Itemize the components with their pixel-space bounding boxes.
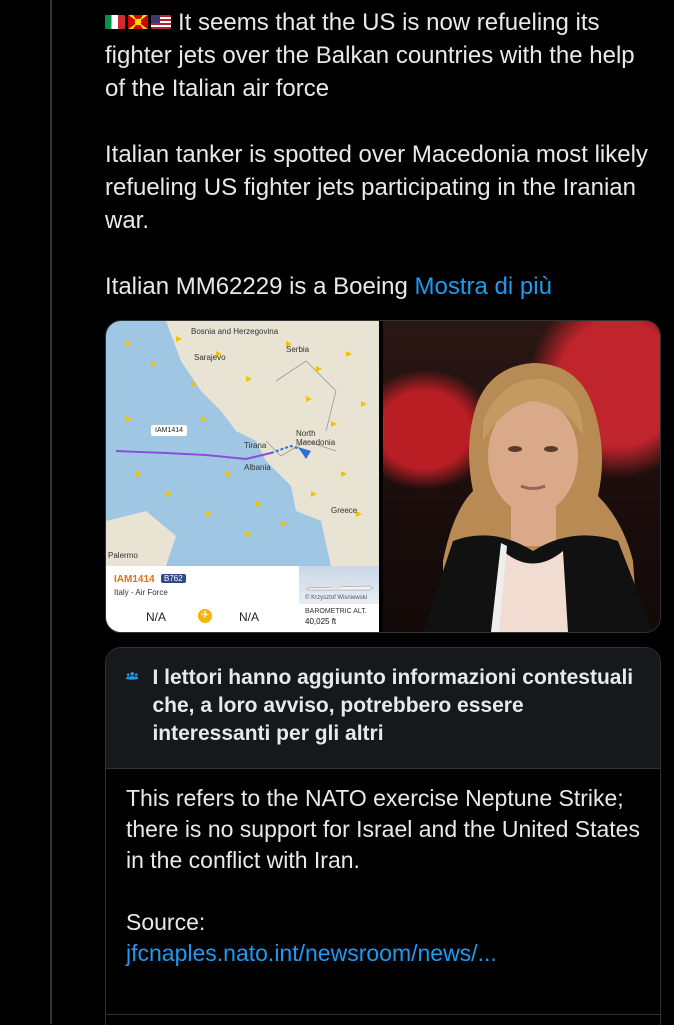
tweet-paragraph-3: Italian MM62229 is a Boeing Mostra di pi… [105, 270, 660, 303]
note-divider [106, 1014, 660, 1015]
map-label-serbia: Serbia [286, 345, 310, 354]
photo-credit: © Krzysztof Wisniewski [305, 595, 368, 601]
map-label-bosnia: Bosnia and Herzegovina [191, 327, 279, 336]
aircraft-type-badge: B762 [161, 574, 186, 583]
community-note-body: This refers to the NATO exercise Neptune… [106, 769, 660, 983]
tweet-paragraph-3-text: Italian MM62229 is a Boeing [105, 273, 408, 300]
show-more-link[interactable]: Mostra di più [415, 273, 552, 300]
map-label-north-macedonia: North Macedonia [296, 429, 336, 447]
destination-value: N/A [239, 610, 260, 624]
map-label-albania: Albania [244, 463, 271, 472]
community-note-text: This refers to the NATO exercise Neptune… [126, 785, 640, 873]
map-label-greece: Greece [331, 506, 358, 515]
tweet-paragraph-1-text: It seems that the US is now refueling it… [105, 9, 635, 102]
community-note-source: Source: jfcnaples.nato.int/newsroom/news… [126, 907, 640, 969]
tweet-paragraph-2: Italian tanker is spotted over Macedonia… [105, 141, 648, 234]
portrait-illustration [423, 363, 653, 632]
altitude-value: 40,025 ft [305, 617, 337, 626]
map-label-sarajevo: Sarajevo [194, 353, 226, 362]
community-note-title: I lettori hanno aggiunto informazioni co… [152, 666, 634, 745]
community-note-header: I lettori hanno aggiunto informazioni co… [106, 648, 660, 769]
flag-emojis [105, 15, 171, 29]
map-label-palermo: Palermo [108, 551, 138, 560]
source-link[interactable]: jfcnaples.nato.int/newsroom/news/... [126, 938, 640, 969]
barometric-alt-label: BAROMETRIC ALT. [305, 608, 367, 615]
plane-arrow-icon: ✈ [198, 609, 212, 623]
flag-usa-icon [151, 15, 171, 29]
portrait-photo[interactable] [383, 321, 660, 632]
flight-tag-label: IAM1414 [151, 425, 188, 436]
airline-name: Italy - Air Force [114, 588, 168, 597]
flag-italy-icon [105, 15, 125, 29]
tweet-media[interactable]: Bosnia and Herzegovina Sarajevo Serbia N… [105, 320, 661, 633]
thread-connector-line [50, 0, 52, 1024]
tweet-text: It seems that the US is now refueling it… [105, 6, 660, 336]
source-label: Source: [126, 909, 206, 935]
origin-value: N/A [146, 610, 167, 624]
map-label-tirana: Tirana [244, 441, 267, 450]
flag-north-macedonia-icon [128, 15, 148, 29]
flight-info-panel: IAM1414 B762 Italy - Air Force N/A ✈ N/A… [106, 566, 379, 632]
flight-map-image[interactable]: Bosnia and Herzegovina Sarajevo Serbia N… [106, 321, 379, 632]
tweet-paragraph-1: It seems that the US is now refueling it… [105, 6, 660, 105]
community-note: I lettori hanno aggiunto informazioni co… [105, 647, 661, 1025]
flight-callsign: IAM1414 [114, 574, 155, 585]
people-icon [126, 671, 139, 680]
